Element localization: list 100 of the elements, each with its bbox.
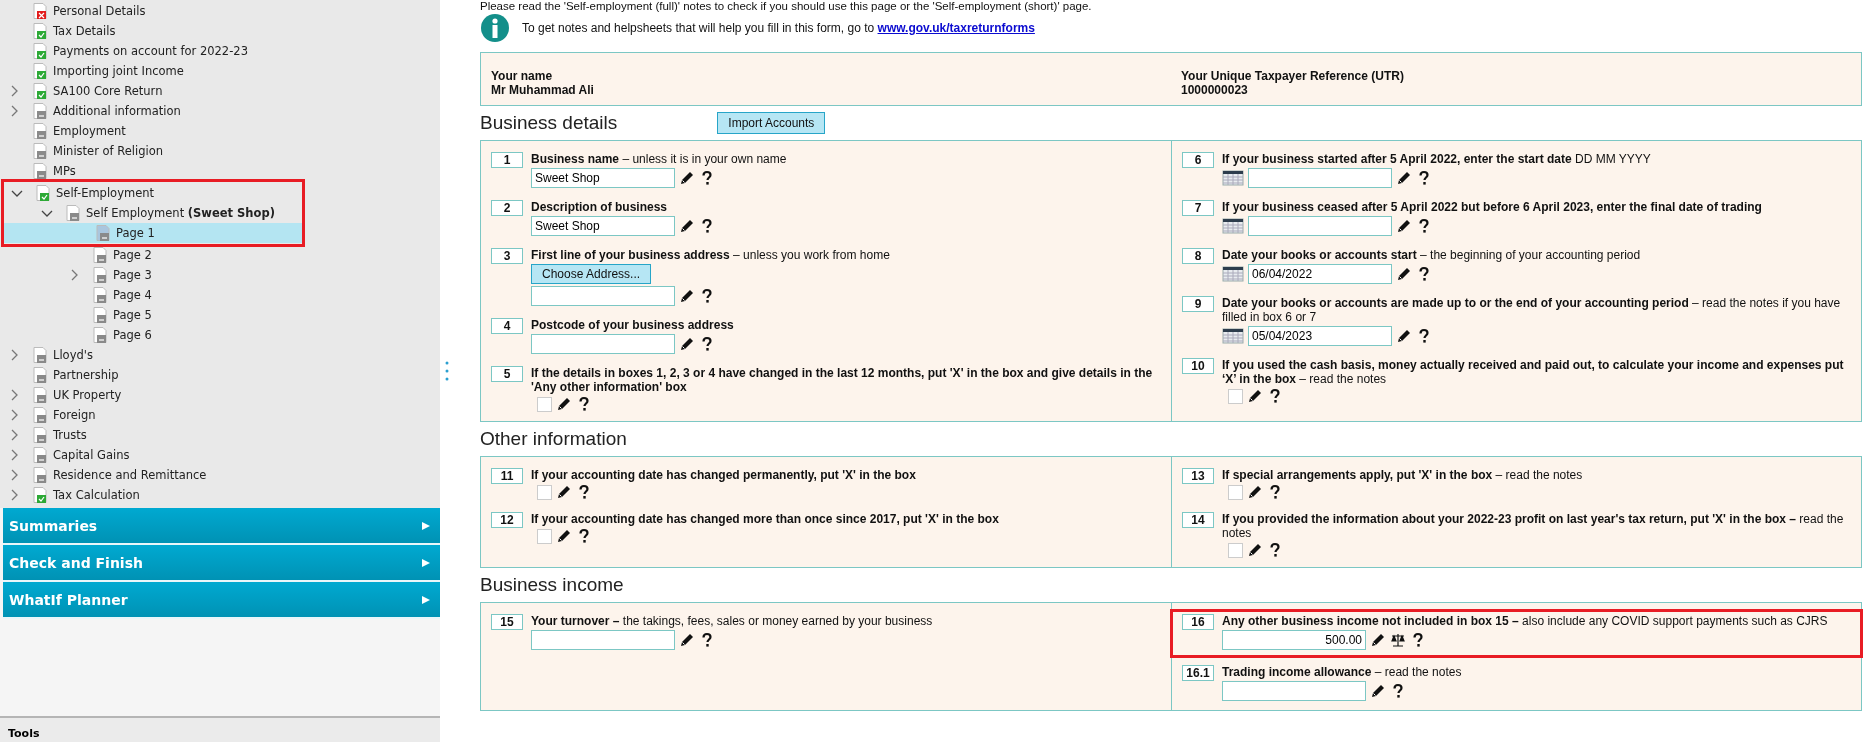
tree-item[interactable]: Payments on account for 2022-23	[0, 41, 440, 61]
tree-item[interactable]: SA100 Core Return	[0, 81, 440, 101]
question-label: If your accounting date has changed permanently, put 'X' in the box	[531, 468, 917, 482]
amount-field[interactable]	[531, 630, 675, 650]
checkbox[interactable]	[537, 484, 552, 500]
date-field[interactable]: 06/04/2022	[1248, 264, 1392, 284]
text-field[interactable]: Sweet Shop	[531, 168, 675, 188]
help-icon[interactable]	[1390, 683, 1406, 699]
help-icon[interactable]	[699, 632, 715, 648]
tree-item[interactable]: Minister of Religion	[0, 141, 440, 161]
help-icon[interactable]	[1267, 388, 1283, 404]
pencil-icon[interactable]	[1247, 542, 1263, 558]
tree-item[interactable]: Page 3	[0, 265, 440, 285]
section-title: Other information	[480, 428, 627, 450]
help-icon[interactable]	[576, 396, 592, 412]
intro-text: Please read the 'Self-employment (full)' notes to check if you should use this page or the 'Self-employment (short)' page.	[480, 0, 1093, 12]
question-label: If you provided the information about your 2022-23 profit on last year's tax return, put 'X' in the box – read the notes	[1222, 512, 1845, 540]
help-icon[interactable]	[1267, 484, 1283, 500]
splitter-grip-icon[interactable]	[445, 360, 449, 382]
import-accounts-button[interactable]: Import Accounts	[717, 112, 826, 134]
amount-field[interactable]	[1222, 681, 1366, 701]
tree-item[interactable]: Tax Details	[0, 21, 440, 41]
notes-link[interactable]: www.gov.uk/taxreturnforms	[877, 21, 1035, 35]
text-field[interactable]	[531, 334, 675, 354]
tree-item[interactable]: MPs	[0, 161, 440, 181]
help-icon[interactable]	[699, 218, 715, 234]
pencil-icon[interactable]	[1370, 632, 1386, 648]
box-number: 4	[491, 318, 523, 334]
calendar-icon[interactable]	[1222, 218, 1244, 234]
pencil-icon[interactable]	[556, 484, 572, 500]
scales-icon[interactable]	[1390, 632, 1406, 648]
question-label: Your turnover – the takings, fees, sales or money earned by your business	[531, 614, 934, 628]
checkbox[interactable]	[537, 528, 552, 544]
date-field[interactable]	[1248, 216, 1392, 236]
help-icon[interactable]	[699, 336, 715, 352]
tree-item[interactable]: Additional information	[0, 101, 440, 121]
checkbox[interactable]	[1228, 388, 1243, 404]
pencil-icon[interactable]	[1396, 218, 1412, 234]
tree-item[interactable]: Foreign	[0, 405, 440, 425]
pencil-icon[interactable]	[679, 170, 695, 186]
pencil-icon[interactable]	[1370, 683, 1386, 699]
help-icon[interactable]	[1416, 328, 1432, 344]
text-field[interactable]	[531, 286, 675, 306]
expand-arrow-icon	[422, 558, 430, 567]
date-field[interactable]: 05/04/2023	[1248, 326, 1392, 346]
tree-item[interactable]: Page 2	[0, 245, 440, 265]
tree-item[interactable]: Tax Calculation	[0, 485, 440, 505]
help-icon[interactable]	[576, 528, 592, 544]
tree-item[interactable]: Page 5	[0, 305, 440, 325]
tree-item[interactable]: Self-Employment	[3, 183, 303, 203]
pencil-icon[interactable]	[1247, 484, 1263, 500]
pencil-icon[interactable]	[679, 336, 695, 352]
pencil-icon[interactable]	[1396, 170, 1412, 186]
checkbox[interactable]	[1228, 484, 1243, 500]
checkbox[interactable]	[537, 396, 552, 412]
tree-item[interactable]: Self Employment (Sweet Shop)	[3, 203, 303, 223]
calendar-icon[interactable]	[1222, 266, 1244, 282]
section-title: Business details	[480, 112, 618, 134]
pencil-icon[interactable]	[1247, 388, 1263, 404]
tree-item[interactable]: Importing joint Income	[0, 61, 440, 81]
date-field[interactable]	[1248, 168, 1392, 188]
help-icon[interactable]	[1416, 218, 1432, 234]
tree-item[interactable]: Lloyd's	[0, 345, 440, 365]
tree-item[interactable]: Residence and Remittance	[0, 465, 440, 485]
pencil-icon[interactable]	[679, 632, 695, 648]
box-number: 16	[1182, 614, 1214, 630]
calendar-icon[interactable]	[1222, 170, 1244, 186]
field-label: Your Unique Taxpayer Reference (UTR)	[1181, 69, 1405, 83]
checkbox[interactable]	[1228, 542, 1243, 558]
tree-item[interactable]: Employment	[0, 121, 440, 141]
choose-address-button[interactable]: Choose Address...	[531, 264, 652, 284]
tree-item[interactable]: Partnership	[0, 365, 440, 385]
tree-item[interactable]: Capital Gains	[0, 445, 440, 465]
help-icon[interactable]	[699, 170, 715, 186]
tree-item[interactable]: Personal Details	[0, 1, 440, 21]
pencil-icon[interactable]	[679, 218, 695, 234]
pencil-icon[interactable]	[556, 396, 572, 412]
field-label: Your name	[491, 69, 554, 83]
help-icon[interactable]	[1416, 170, 1432, 186]
tree-item[interactable]: Page 1	[3, 223, 303, 243]
calendar-icon[interactable]	[1222, 328, 1244, 344]
help-icon[interactable]	[699, 288, 715, 304]
help-icon[interactable]	[1267, 542, 1283, 558]
tree-item[interactable]: Trusts	[0, 425, 440, 445]
tree-item[interactable]: Page 4	[0, 285, 440, 305]
help-icon[interactable]	[1410, 632, 1426, 648]
pencil-icon[interactable]	[679, 288, 695, 304]
help-icon[interactable]	[576, 484, 592, 500]
tree-item[interactable]: UK Property	[0, 385, 440, 405]
question-label: If your business ceased after 5 April 2022 but before 6 April 2023, enter the final date of trading	[1222, 200, 1763, 214]
box-number: 6	[1182, 152, 1214, 168]
tree-item[interactable]: Page 6	[0, 325, 440, 345]
help-icon[interactable]	[1416, 266, 1432, 282]
pencil-icon[interactable]	[556, 528, 572, 544]
amount-field[interactable]: 500.00	[1222, 630, 1366, 650]
question-label: If your business started after 5 April 2022, enter the start date DD MM YYYY	[1222, 152, 1652, 166]
pencil-icon[interactable]	[1396, 328, 1412, 344]
text-field[interactable]: Sweet Shop	[531, 216, 675, 236]
box-number: 3	[491, 248, 523, 264]
pencil-icon[interactable]	[1396, 266, 1412, 282]
